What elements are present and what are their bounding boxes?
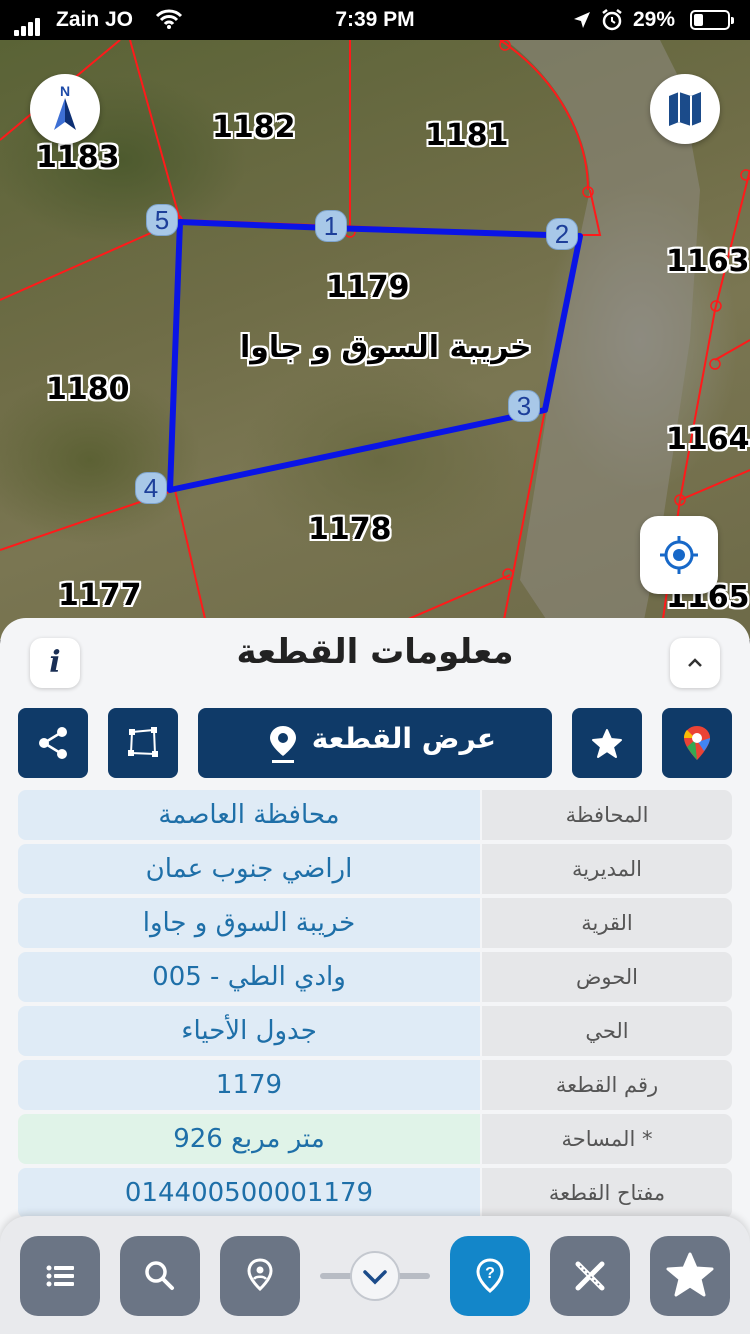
village-value: خريبة السوق و جاوا — [18, 898, 480, 948]
compass-letter: N — [60, 83, 70, 99]
battery-icon — [690, 10, 734, 30]
polygon-icon — [128, 727, 158, 757]
info-row-directorate: اراضي جنوب عمان المديرية — [18, 844, 732, 894]
compass-icon: N — [54, 83, 76, 130]
info-row-basin: وادي الطي - 005 الحوض — [18, 952, 732, 1002]
vertex-marker[interactable]: 4 — [135, 472, 167, 504]
favorites-button[interactable] — [650, 1236, 730, 1316]
location-pin-icon — [247, 1258, 273, 1292]
basin-label: الحوض — [482, 952, 732, 1002]
share-icon — [39, 727, 67, 759]
google-maps-icon — [684, 726, 710, 760]
parcel-label[interactable]: 1181 — [425, 118, 509, 153]
info-row-parcel-number: 1179 رقم القطعة — [18, 1060, 732, 1110]
chevron-down-icon — [320, 1251, 430, 1301]
star-icon — [592, 729, 622, 758]
directorate-label: المديرية — [482, 844, 732, 894]
show-parcel-label: عرض القطعة — [311, 722, 496, 755]
info-row-governorate: محافظة العاصمة المحافظة — [18, 790, 732, 840]
info-row-area: 926 متر مربع المساحة * — [18, 1114, 732, 1164]
help-button[interactable]: ? — [450, 1236, 530, 1316]
selected-parcel-label[interactable]: 1179 — [326, 270, 410, 305]
location-pin-icon — [270, 726, 296, 763]
vertex-marker[interactable]: 2 — [546, 218, 578, 250]
parcel-label[interactable]: 1180 — [46, 372, 130, 407]
tools-button[interactable] — [550, 1236, 630, 1316]
parcel-label[interactable]: 1177 — [58, 578, 142, 613]
favorite-button[interactable] — [572, 708, 642, 778]
village-label: القرية — [482, 898, 732, 948]
bottom-navigation: ? — [0, 1216, 750, 1334]
locate-parcel-button[interactable] — [220, 1236, 300, 1316]
vertex-marker[interactable]: 1 — [315, 210, 347, 242]
neighborhood-value: جدول الأحياء — [18, 1006, 480, 1056]
draw-polygon-button[interactable] — [108, 708, 178, 778]
alarm-icon — [600, 8, 624, 38]
panel-toggle-handle[interactable] — [320, 1251, 430, 1301]
parcel-number-label: رقم القطعة — [482, 1060, 732, 1110]
search-icon — [145, 1261, 174, 1290]
parcel-label[interactable]: 1183 — [36, 140, 120, 175]
parcel-label[interactable]: 1178 — [308, 512, 392, 547]
info-row-village: خريبة السوق و جاوا القرية — [18, 898, 732, 948]
list-button[interactable] — [20, 1236, 100, 1316]
parcel-key-value: 014400500001179 — [18, 1168, 480, 1218]
show-parcel-button[interactable]: عرض القطعة — [198, 708, 552, 778]
parcel-label[interactable]: 1163 — [666, 244, 750, 279]
crosshair-icon — [660, 536, 698, 574]
map-view[interactable]: 1183 1182 1181 1180 1179 خريبة السوق و ج… — [0, 40, 750, 640]
basin-value: وادي الطي - 005 — [18, 952, 480, 1002]
compass-button[interactable]: N — [30, 74, 100, 144]
governorate-value: محافظة العاصمة — [18, 790, 480, 840]
map-icon — [669, 92, 701, 126]
parcel-key-label: مفتاح القطعة — [482, 1168, 732, 1218]
chevron-up-icon — [688, 658, 702, 667]
star-icon — [666, 1252, 714, 1297]
svg-text:?: ? — [485, 1265, 495, 1282]
selected-parcel-village: خريبة السوق و جاوا — [240, 330, 532, 365]
governorate-label: المحافظة — [482, 790, 732, 840]
battery-percent: 29% — [633, 8, 676, 31]
parcel-number-value: 1179 — [18, 1060, 480, 1110]
area-label: المساحة * — [482, 1114, 732, 1164]
location-arrow-icon — [572, 10, 592, 36]
search-button[interactable] — [120, 1236, 200, 1316]
vertex-marker[interactable]: 5 — [146, 204, 178, 236]
share-button[interactable] — [18, 708, 88, 778]
area-value: 926 متر مربع — [18, 1114, 480, 1164]
my-location-button[interactable] — [640, 516, 718, 594]
tools-icon — [575, 1261, 605, 1291]
status-bar: Zain JO 7:39 PM 29% — [0, 0, 750, 40]
info-row-parcel-key: 014400500001179 مفتاح القطعة — [18, 1168, 732, 1218]
info-row-neighborhood: جدول الأحياء الحي — [18, 1006, 732, 1056]
map-layers-button[interactable] — [650, 74, 720, 144]
collapse-button[interactable] — [670, 638, 720, 688]
panel-title: معلومات القطعة — [236, 632, 514, 672]
help-icon: ? — [476, 1258, 504, 1293]
directorate-value: اراضي جنوب عمان — [18, 844, 480, 894]
battery-level — [694, 14, 703, 26]
parcel-label[interactable]: 1164 — [666, 422, 750, 457]
info-button[interactable]: i — [30, 638, 80, 688]
google-maps-button[interactable] — [662, 708, 732, 778]
list-icon — [46, 1265, 74, 1287]
vertex-marker[interactable]: 3 — [508, 390, 540, 422]
parcel-label[interactable]: 1182 — [212, 110, 296, 145]
neighborhood-label: الحي — [482, 1006, 732, 1056]
